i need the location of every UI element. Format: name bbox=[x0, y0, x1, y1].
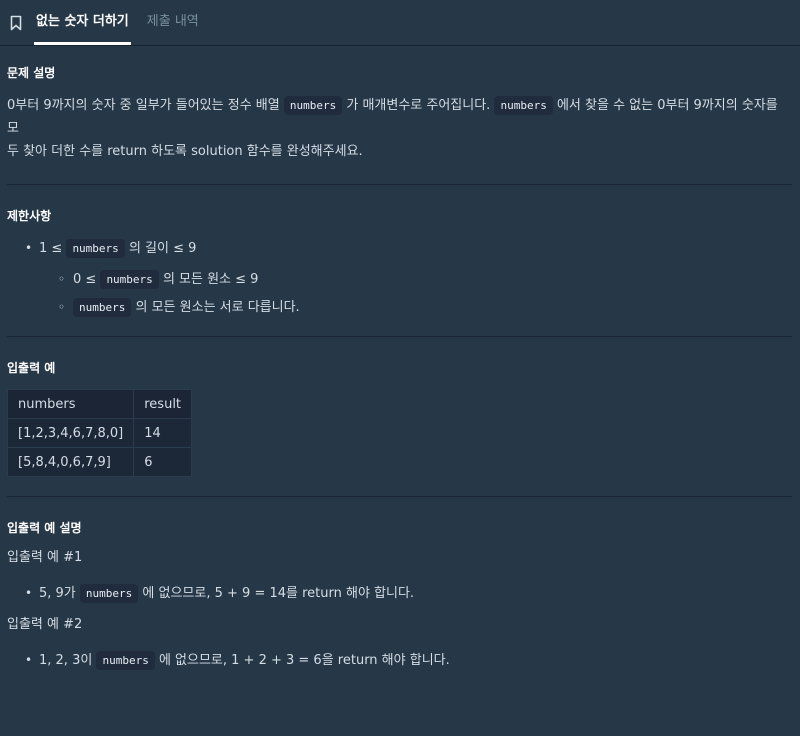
bookmark-icon[interactable] bbox=[10, 14, 24, 32]
examples-title: 입출력 예 bbox=[7, 361, 56, 375]
constraint-text: 1 ≤ bbox=[39, 241, 63, 256]
code-numbers: numbers bbox=[100, 270, 159, 289]
explanation-text: 에 없으므로, 1 + 2 + 3 = 6을 return 해야 합니다. bbox=[158, 653, 450, 668]
column-header-numbers: numbers bbox=[6, 389, 135, 419]
list-item: numbers 의 모든 원소는 서로 다릅니다. bbox=[7, 296, 792, 319]
constraint-text: 의 길이 ≤ 9 bbox=[128, 241, 197, 256]
divider bbox=[7, 184, 792, 185]
table-cell: 14 bbox=[133, 418, 193, 448]
description-line1-a: 0부터 9까지의 숫자 중 일부가 들어있는 정수 배열 bbox=[7, 98, 280, 113]
explanation-text: 1, 2, 3이 bbox=[39, 653, 93, 668]
description-line2: 두 찾아 더한 수를 return 하도록 solution 함수를 완성해주세… bbox=[7, 144, 363, 159]
description-line1-b: 가 매개변수로 주어집니다. bbox=[346, 98, 491, 113]
explanation-title: 입출력 예 설명 bbox=[7, 521, 82, 535]
code-numbers: numbers bbox=[73, 298, 132, 317]
code-numbers: numbers bbox=[96, 651, 155, 670]
example1-title: 입출력 예 #1 bbox=[7, 550, 83, 565]
column-header-result: result bbox=[133, 389, 193, 419]
list-item: 1 ≤ numbers 의 길이 ≤ 9 bbox=[7, 237, 792, 260]
tab-bar: 없는 숫자 더하기 제출 내역 bbox=[0, 0, 800, 46]
code-numbers: numbers bbox=[494, 96, 553, 115]
constraints-title: 제한사항 bbox=[7, 209, 52, 223]
explanation-text: 5, 9가 bbox=[39, 586, 76, 601]
problem-content: 문제 설명 0부터 9까지의 숫자 중 일부가 들어있는 정수 배열 numbe… bbox=[0, 46, 800, 672]
tab-submissions[interactable]: 제출 내역 bbox=[145, 1, 201, 45]
divider bbox=[7, 336, 792, 337]
constraints-list: 1 ≤ numbers 의 길이 ≤ 9 0 ≤ numbers 의 모든 원소… bbox=[7, 237, 792, 319]
code-numbers: numbers bbox=[66, 239, 125, 258]
example2-title: 입출력 예 #2 bbox=[7, 617, 83, 632]
table-row: [5,8,4,0,6,7,9] 6 bbox=[6, 447, 193, 477]
example2-list: 1, 2, 3이 numbers 에 없으므로, 1 + 2 + 3 = 6을 … bbox=[7, 649, 792, 672]
table-cell: 6 bbox=[133, 447, 193, 477]
description-title: 문제 설명 bbox=[7, 66, 56, 80]
constraint-text: 의 모든 원소 ≤ 9 bbox=[162, 272, 259, 287]
table-cell: [5,8,4,0,6,7,9] bbox=[6, 447, 135, 477]
examples-table: numbers result [1,2,3,4,6,7,8,0] 14 [5,8… bbox=[6, 389, 193, 477]
explanation-text: 에 없으므로, 5 + 9 = 14를 return 해야 합니다. bbox=[142, 586, 415, 601]
description-text: 0부터 9까지의 숫자 중 일부가 들어있는 정수 배열 numbers 가 매… bbox=[7, 94, 792, 163]
table-header-row: numbers result bbox=[6, 389, 193, 419]
list-item: 1, 2, 3이 numbers 에 없으므로, 1 + 2 + 3 = 6을 … bbox=[7, 649, 792, 672]
constraint-text: 의 모든 원소는 서로 다릅니다. bbox=[135, 300, 300, 315]
code-numbers: numbers bbox=[283, 96, 343, 115]
table-cell: [1,2,3,4,6,7,8,0] bbox=[6, 418, 135, 448]
table-row: [1,2,3,4,6,7,8,0] 14 bbox=[6, 418, 193, 448]
list-item: 0 ≤ numbers 의 모든 원소 ≤ 9 bbox=[7, 268, 792, 291]
list-item: 5, 9가 numbers 에 없으므로, 5 + 9 = 14를 return… bbox=[7, 582, 792, 605]
example1-list: 5, 9가 numbers 에 없으므로, 5 + 9 = 14를 return… bbox=[7, 582, 792, 605]
code-numbers: numbers bbox=[79, 584, 139, 603]
divider bbox=[7, 496, 792, 497]
constraint-text: 0 ≤ bbox=[73, 272, 97, 287]
tab-problem[interactable]: 없는 숫자 더하기 bbox=[34, 1, 131, 45]
